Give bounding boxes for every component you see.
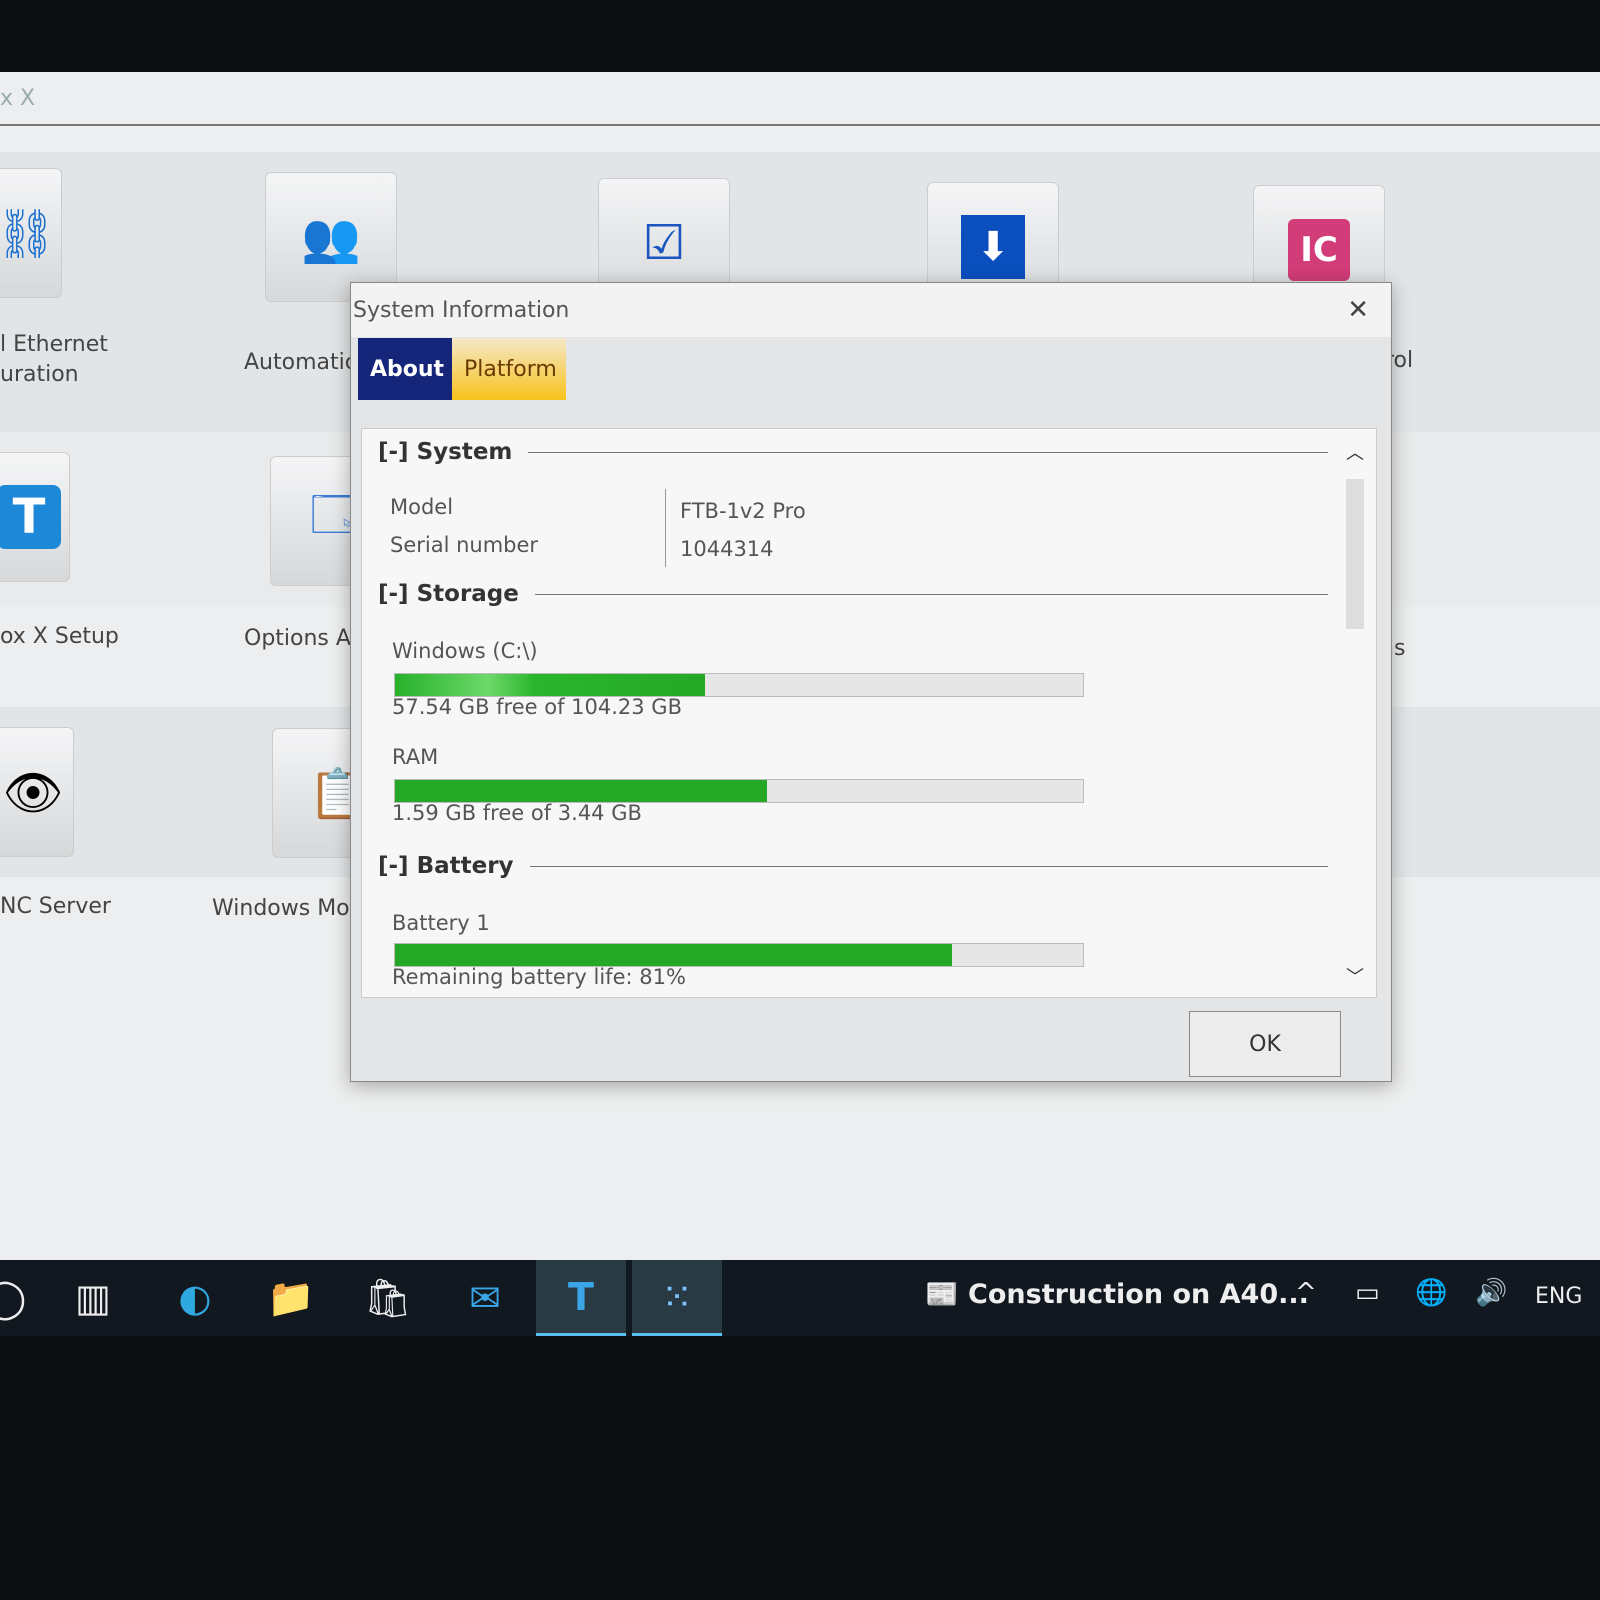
drive-c-free-text: 57.54 GB free of 104.23 GB (392, 695, 682, 719)
tab-bar: About Platform (358, 338, 566, 400)
tile-label: l Ethernet uration (0, 332, 108, 387)
app-title: x X (0, 86, 36, 111)
chevron-up-icon[interactable]: ︿ (1342, 439, 1368, 465)
tile-label: Automatic (244, 350, 357, 375)
file-explorer-icon[interactable]: 📁 (246, 1260, 336, 1336)
section-title: [-] Storage (378, 581, 519, 607)
news-icon: 📰 (925, 1279, 959, 1310)
ram-free-text: 1.59 GB free of 3.44 GB (392, 801, 642, 825)
task-view-icon[interactable]: ▥ (48, 1260, 138, 1336)
ram-label: RAM (392, 745, 439, 769)
drive-label: Windows (C:\) (392, 639, 538, 663)
ram-usage-bar (394, 779, 1084, 803)
tile-label: Windows Mob (212, 896, 364, 921)
info-panel: [-] System Model Serial number FTB-1v2 P… (361, 428, 1377, 998)
battery-remaining-text: Remaining battery life: 81% (392, 965, 686, 989)
system-section-header[interactable]: [-] System (378, 439, 1328, 465)
users-key-icon: 👥 (301, 209, 361, 266)
network-icon: ⛓ (0, 205, 57, 262)
close-icon[interactable]: ✕ (1347, 295, 1369, 325)
model-label: Model (390, 495, 454, 519)
store-icon[interactable]: 🛍 (343, 1260, 433, 1336)
system-information-dialog: System Information ✕ About Platform [-] … (350, 282, 1392, 1082)
tile-label: Options A (244, 626, 351, 651)
battery-icon[interactable]: ▭ (1355, 1278, 1380, 1308)
tab-platform[interactable]: Platform (452, 338, 566, 400)
edge-icon[interactable]: ◐ (150, 1260, 240, 1336)
section-title: [-] System (378, 439, 513, 465)
tile-label: NC Server (0, 894, 111, 919)
model-value: FTB-1v2 Pro (680, 499, 806, 523)
volume-icon[interactable]: 🔊 (1475, 1278, 1507, 1308)
divider (0, 124, 1600, 126)
chevron-down-icon[interactable]: ﹀ (1342, 963, 1368, 989)
mail-icon[interactable]: ✉ (440, 1260, 530, 1336)
storage-section-header[interactable]: [-] Storage (378, 581, 1328, 607)
dots-app-icon[interactable]: ⁙ (632, 1260, 722, 1336)
chevron-up-icon[interactable]: ^ (1295, 1278, 1317, 1308)
tile-label: ox X Setup (0, 624, 119, 649)
tab-about[interactable]: About (358, 338, 452, 400)
download-icon: ⬇ (961, 215, 1025, 279)
divider (665, 489, 666, 567)
battery-section-header[interactable]: [-] Battery (378, 853, 1328, 879)
drive-c-usage-bar (394, 673, 1084, 697)
taskbar: ◯ ▥ ◐ 📁 🛍 ✉ T ⁙ 📰 Construction on A40...… (0, 1260, 1600, 1336)
serial-value: 1044314 (680, 537, 774, 561)
t-app-icon: T (0, 485, 61, 549)
search-icon[interactable]: ◯ (0, 1260, 50, 1336)
checklist-pen-icon: ☑ (642, 215, 686, 271)
t-app-taskbar-icon[interactable]: T (536, 1260, 626, 1336)
battery-label: Battery 1 (392, 911, 490, 935)
section-title: [-] Battery (378, 853, 514, 879)
battery-level-bar (394, 943, 1084, 967)
ic-gear-icon: IC (1288, 219, 1350, 281)
news-text: Construction on A40... (968, 1279, 1309, 1310)
ethernet-config-tile[interactable]: ⛓ (0, 168, 62, 298)
language-indicator[interactable]: ENG (1535, 1284, 1582, 1309)
eye-icon: 👁 (2, 764, 64, 821)
setup-tile[interactable]: T (0, 452, 70, 582)
vnc-server-tile[interactable]: 👁 (0, 727, 74, 857)
ok-button[interactable]: OK (1189, 1011, 1341, 1077)
globe-icon[interactable]: 🌐 (1415, 1278, 1447, 1308)
serial-label: Serial number (390, 533, 539, 557)
dialog-title: System Information (351, 283, 1391, 337)
vertical-scrollbar[interactable]: ︿ ﹀ (1342, 439, 1368, 989)
scrollbar-thumb[interactable] (1346, 479, 1364, 629)
news-widget[interactable]: 📰 Construction on A40... (925, 1278, 1309, 1310)
